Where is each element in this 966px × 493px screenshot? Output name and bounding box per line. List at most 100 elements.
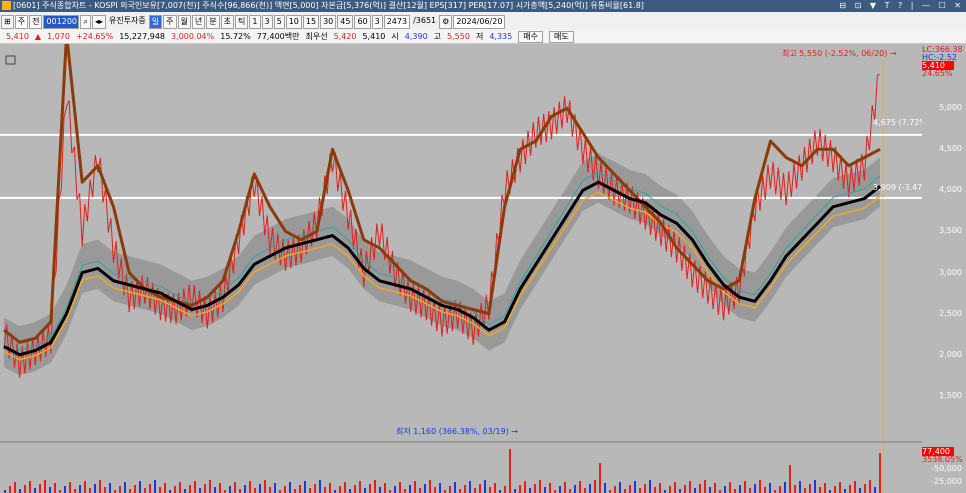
volume-bar (549, 483, 551, 493)
grid-icon[interactable]: ⊞ (1, 15, 14, 29)
volume-bar (514, 489, 516, 493)
volume-bar (399, 482, 401, 493)
volume-bar (204, 484, 206, 493)
period-tick[interactable]: 틱 (235, 15, 249, 29)
change-percent: +24.65% (75, 32, 114, 41)
volume-bar (404, 489, 406, 493)
volume-bar (134, 485, 136, 493)
volume-bar (89, 488, 91, 493)
volume-bar (99, 480, 101, 493)
interval-10[interactable]: 10 (285, 15, 302, 29)
buy-button[interactable]: 매수 (518, 31, 543, 43)
volume-tick-50000: -50,000 (931, 464, 962, 473)
volume-bar (179, 482, 181, 493)
volume-bar (874, 487, 876, 493)
volume-bar (289, 482, 291, 493)
volume-bar (784, 482, 786, 493)
volume-bar (219, 483, 221, 493)
volume-bar (19, 489, 21, 493)
volume-bar (849, 485, 851, 493)
volume-bar (529, 488, 531, 493)
interval-60[interactable]: 60 (354, 15, 371, 29)
count-input[interactable]: 2473 (383, 15, 411, 29)
interval-30[interactable]: 30 (320, 15, 337, 29)
window-controls[interactable]: ⊟ ⊡ ▼ T ? | — ☐ ✕ (839, 0, 964, 12)
volume-bar (394, 486, 396, 493)
trade-amount: 77,400백만 (256, 32, 300, 41)
low-price: 4,335 (489, 32, 513, 41)
volume-bar (174, 486, 176, 493)
volume-bar (384, 483, 386, 493)
volume-bar (484, 480, 486, 493)
volume-bar (569, 489, 571, 493)
period-week[interactable]: 주 (163, 15, 177, 29)
all-button[interactable]: 전 (29, 15, 43, 29)
change-percent-box: 24.65% (922, 69, 953, 78)
volume-bar (479, 484, 481, 493)
volume-bar (119, 486, 121, 493)
volume-bar (599, 463, 601, 493)
volume-bar (29, 481, 31, 493)
price-axis: LC:366.38 HC:-2.52 5,410 24.65% 5,000 4,5… (922, 44, 966, 493)
search-icon[interactable]: ⌕ (80, 15, 91, 29)
interval-3[interactable]: 3 (261, 15, 273, 29)
volume-bar (359, 481, 361, 493)
volume-bar (624, 489, 626, 493)
volume-bar (879, 453, 881, 493)
volume-bar (709, 487, 711, 493)
volume-bar (824, 483, 826, 493)
volume-bar (274, 483, 276, 493)
volume-bar (454, 482, 456, 493)
stock-code-input[interactable]: 001200 (43, 15, 80, 29)
volume-bar (84, 481, 86, 493)
period-month[interactable]: 월 (177, 15, 191, 29)
volume-bar (54, 483, 56, 493)
interval-45[interactable]: 45 (337, 15, 354, 29)
volume-bar (634, 481, 636, 493)
volume-bar (149, 484, 151, 493)
period-second[interactable]: 초 (220, 15, 235, 29)
volume-bar (754, 484, 756, 493)
volume-bar (469, 481, 471, 493)
volume-bar (39, 484, 41, 493)
date-input[interactable]: 2024/06/20 (453, 15, 506, 29)
period-year[interactable]: 년 (191, 15, 206, 29)
interval-1[interactable]: 1 (249, 15, 261, 29)
price-change: 1,070 (47, 32, 70, 41)
interval-5[interactable]: 5 (273, 15, 285, 29)
volume-bar (184, 489, 186, 493)
period-minute[interactable]: 분 (206, 15, 220, 29)
interval-input[interactable]: 3 (371, 15, 383, 29)
period-day[interactable]: 일 (148, 15, 163, 29)
type-select[interactable]: 주 (14, 15, 29, 29)
settings-icon[interactable]: ⚙ (439, 15, 453, 29)
volume-bar (194, 481, 196, 493)
volume-bar (869, 480, 871, 493)
volume-bar (49, 487, 51, 493)
volume-bar (314, 484, 316, 493)
volume-bar (504, 486, 506, 493)
volume-bar (329, 483, 331, 493)
low-marker: 최저 1,160 (366.38%, 03/19) → (396, 427, 518, 436)
volume-bar (629, 485, 631, 493)
volume-bar (209, 480, 211, 493)
volume-bar (804, 488, 806, 493)
volume-bar (639, 488, 641, 493)
volume-bar (559, 486, 561, 493)
chart-toolbar: ⊞ 주 전 001200 ⌕ ◂▸ 유진투자증 일 주 월 년 분 초 틱 1 3 5 10 15 30 45 60 3 24… (0, 12, 966, 31)
volume-bar (369, 484, 371, 493)
volume-bar (539, 480, 541, 493)
volume-bar (689, 481, 691, 493)
best-bid-label: 최우선 (305, 32, 328, 41)
volume-bar (579, 481, 581, 493)
volume-bar (679, 489, 681, 493)
volume-bar (409, 485, 411, 493)
volume-bar (364, 488, 366, 493)
volume-bar (74, 489, 76, 493)
interval-15[interactable]: 15 (302, 15, 320, 29)
volume-bar (789, 465, 791, 493)
volume-bar (684, 485, 686, 493)
prev-next-icon[interactable]: ◂▸ (91, 15, 106, 29)
sell-button[interactable]: 매도 (548, 31, 574, 43)
volume-bar (214, 487, 216, 493)
